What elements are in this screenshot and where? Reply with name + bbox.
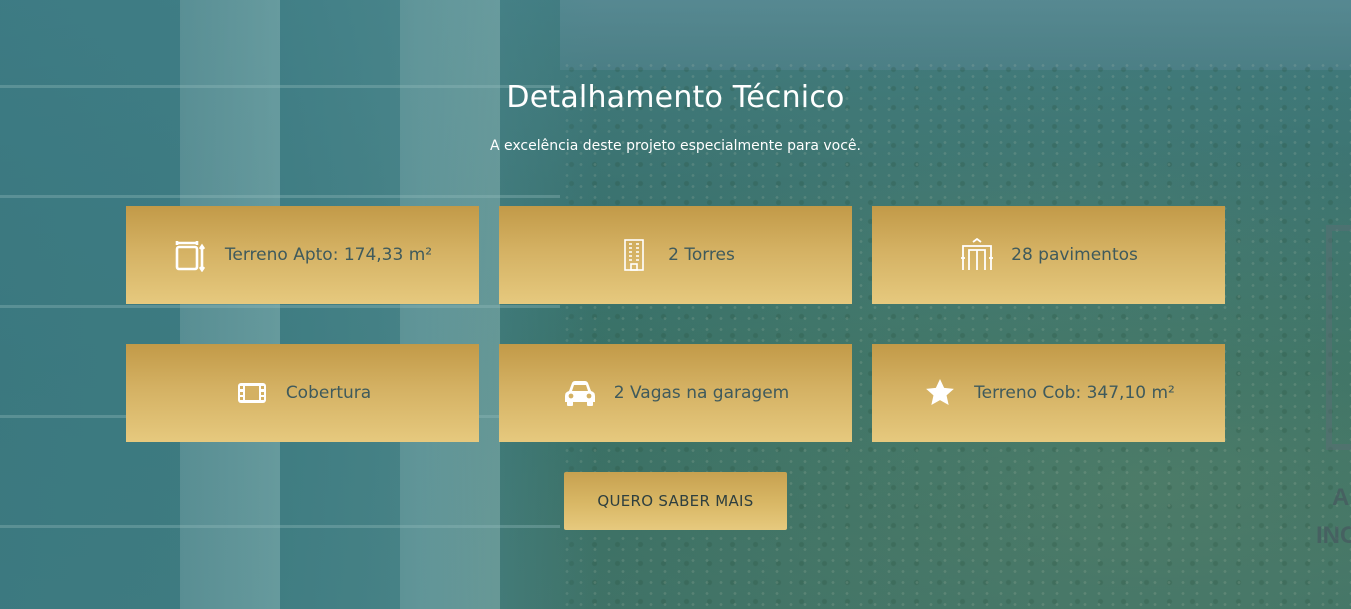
feature-label: Cobertura xyxy=(285,383,372,403)
feature-card-terreno-apto: Terreno Apto: 174,33 m² xyxy=(126,206,479,304)
feature-label: 2 Vagas na garagem xyxy=(613,383,790,403)
feature-card-torres: 2 Torres xyxy=(499,206,852,304)
quero-saber-mais-button[interactable]: QUERO SABER MAIS xyxy=(564,472,787,530)
section-subtitle: A excelência deste projeto especialmente… xyxy=(490,138,861,154)
feature-card-vagas: 2 Vagas na garagem xyxy=(499,344,852,442)
floorplan-icon xyxy=(173,237,209,273)
feature-label: Terreno Cob: 347,10 m² xyxy=(974,383,1175,403)
feature-label: Terreno Apto: 174,33 m² xyxy=(224,245,433,265)
film-icon xyxy=(234,375,270,411)
feature-card-pavimentos: 28 pavimentos xyxy=(872,206,1225,304)
star-icon xyxy=(922,375,958,411)
elevator-icon xyxy=(959,237,995,273)
feature-label: 28 pavimentos xyxy=(1011,245,1138,265)
car-icon xyxy=(562,375,598,411)
feature-card-terreno-cob: Terreno Cob: 347,10 m² xyxy=(872,344,1225,442)
feature-card-cobertura: Cobertura xyxy=(126,344,479,442)
technical-details-section: Detalhamento Técnico A excelência deste … xyxy=(0,0,1351,609)
feature-label: 2 Torres xyxy=(668,245,735,265)
section-title: Detalhamento Técnico xyxy=(506,80,845,115)
building-icon xyxy=(616,237,652,273)
